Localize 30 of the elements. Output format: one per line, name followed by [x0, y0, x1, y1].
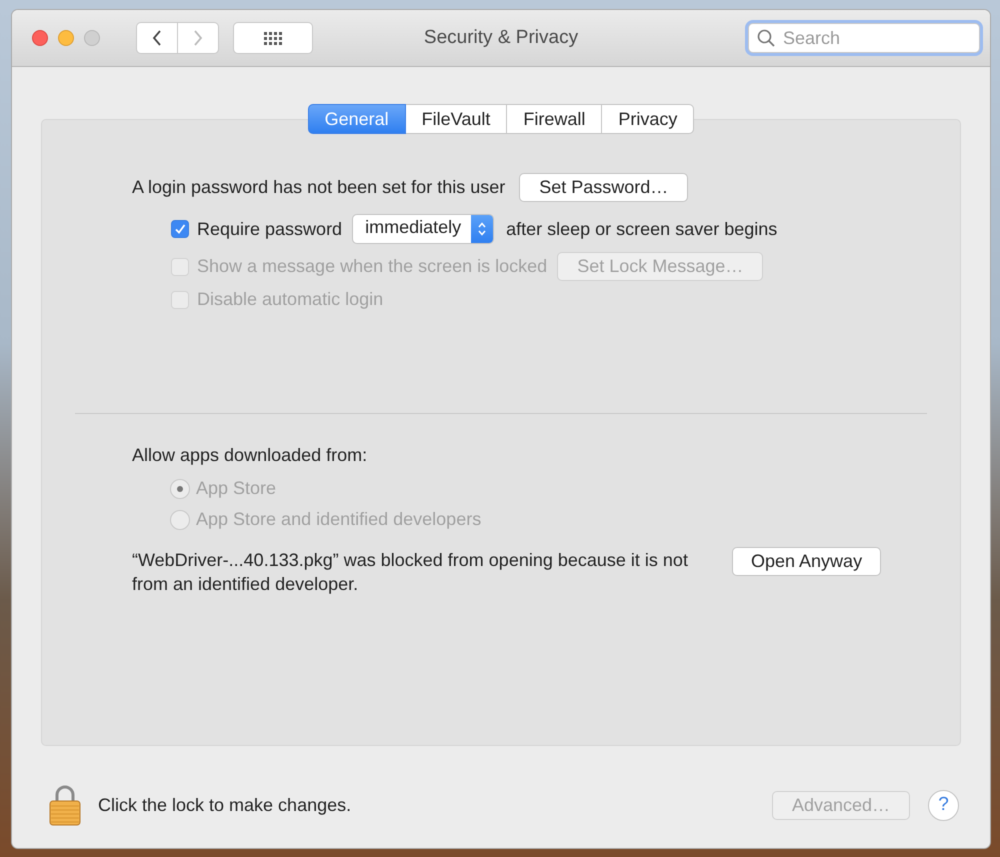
- tab[interactable]: Privacy: [602, 104, 694, 134]
- up-down-arrows-icon: [477, 221, 488, 237]
- padlock-icon: [48, 784, 82, 826]
- section-heading: Allow apps downloaded from:: [132, 445, 368, 466]
- grid-icon: [264, 32, 282, 44]
- checkbox-label: Require password: [197, 218, 342, 240]
- checkbox-label: Show a message when the screen is locked: [197, 256, 548, 277]
- tab[interactable]: FileVault: [406, 104, 508, 134]
- password-status-text: A login password has not been set for this user: [132, 177, 506, 198]
- help-button[interactable]: ?: [928, 790, 959, 820]
- set-password-button[interactable]: Set Password…: [519, 173, 688, 202]
- checkbox[interactable]: [171, 220, 189, 238]
- radio-label: App Store: [196, 478, 276, 499]
- zoom-button[interactable]: [84, 30, 100, 46]
- search-field[interactable]: Search: [748, 23, 980, 53]
- checkmark-icon: [174, 223, 186, 235]
- blocked-message: “WebDriver-...40.133.pkg” was blocked from opening because it is not from an identified developer.: [132, 549, 689, 596]
- tab[interactable]: Firewall: [507, 104, 602, 134]
- minimize-button[interactable]: [58, 30, 74, 46]
- radio-label: App Store and identified developers: [196, 509, 482, 530]
- lock-hint-text: Click the lock to make changes.: [98, 794, 352, 816]
- show-all-button[interactable]: [233, 22, 313, 54]
- search-icon: [757, 29, 775, 47]
- checkbox-label: Disable automatic login: [197, 289, 384, 310]
- suffix-text: after sleep or screen saver begins: [506, 218, 778, 240]
- open-anyway-button[interactable]: Open Anyway: [732, 547, 882, 576]
- window-title: Security & Privacy: [424, 27, 578, 49]
- back-button[interactable]: [136, 22, 178, 54]
- popup-button[interactable]: immediately: [352, 214, 494, 244]
- close-button[interactable]: [32, 30, 48, 46]
